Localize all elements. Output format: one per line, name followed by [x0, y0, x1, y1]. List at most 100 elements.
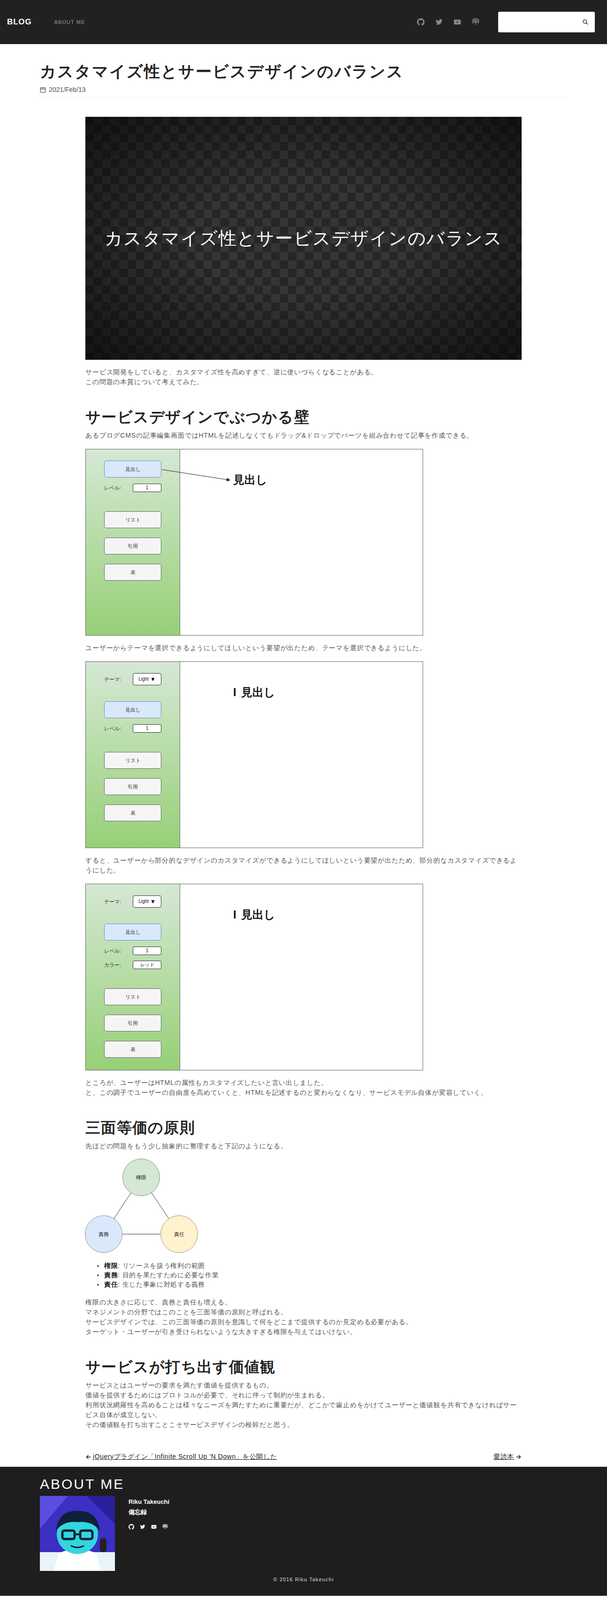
list-desc: : 生じた事象に対処する義務 [117, 1280, 205, 1289]
part-button[interactable]: リスト [104, 751, 162, 769]
editor-toolbar: 見出しレベル:1 リスト引用表 [85, 449, 180, 636]
social-links [417, 18, 480, 26]
setting-field[interactable]: 1 [132, 724, 162, 733]
copyright: © 2016 Riku Takeuchi [39, 1574, 568, 1585]
paragraph: サービスとはユーザーの要求を満たす価値を提供するもの。価値を提供するためにはプロ… [85, 1380, 522, 1430]
paragraph-line: と、この調子でユーザーの自由度を高めていくと、HTMLを記述するのと変わらなくな… [85, 1087, 522, 1098]
editor-canvas: 見出し [179, 449, 423, 636]
paragraph-line: あるブログCMSの記事編集画面ではHTMLを記述しなくてもドラッグ&ドロップでパ… [85, 430, 522, 441]
theme-select[interactable]: Light▼ [132, 673, 162, 686]
editor-figure: 見出しレベル:1 リスト引用表 見出し [85, 448, 424, 636]
paragraph: ところが、ユーザーはHTMLの属性もカスタマイズしたいと言い出しました。と、この… [85, 1077, 522, 1098]
preview-text: 見出し [233, 473, 268, 486]
paragraph-line: すると、ユーザーから部分的なデザインのカスタマイズができるようにしてほしいという… [85, 855, 522, 876]
paragraph: すると、ユーザーから部分的なデザインのカスタマイズができるようにしてほしいという… [85, 855, 522, 876]
paragraph-line: サービスデザインでは、この三面等価の原則を意識して何をどこまで提供するのか見定め… [85, 1317, 522, 1328]
part-button[interactable]: 引用 [104, 537, 162, 555]
part-button[interactable]: 引用 [104, 778, 162, 796]
article-body: カスタマイズ性とサービスデザインのバランスサービス開発をしていると、カスタマイズ… [85, 116, 522, 1462]
list-item: 責任: 生じた事象に対処する義務 [104, 1279, 522, 1290]
youtube-icon[interactable] [453, 18, 462, 26]
prev-post-link[interactable]: jQueryプラグイン「Infinite Scroll Up 'N Down」を… [85, 1451, 277, 1462]
next-post-link[interactable]: 愛読本 [493, 1451, 522, 1462]
part-button[interactable]: 表 [104, 563, 162, 581]
arrow-left-icon [85, 1454, 92, 1460]
list-desc: : 目的を果たすために必要な作業 [117, 1271, 219, 1279]
site-header: BLOG ABOUT ME [0, 0, 607, 45]
editor-canvas: I見出し [179, 661, 423, 848]
select-value: Light [138, 675, 149, 683]
github-icon[interactable] [128, 1524, 135, 1530]
setting-label: テーマ: [104, 897, 133, 906]
paragraph-line: ユーザーからテーマを選択できるようにしてほしいという要望が出たため、テーマを選択… [85, 643, 522, 653]
toolbar-item: 表 [104, 804, 180, 822]
paragraph: サービス開発をしていると、カスタマイズ性を高めすぎて、逆に使いづらくなることがあ… [85, 367, 522, 387]
setting-row: レベル:1 [104, 946, 162, 956]
next-post-title: 愛読本 [493, 1451, 515, 1462]
preview-heading: I見出し [233, 907, 423, 922]
setting-field[interactable]: 1 [132, 483, 162, 493]
paragraph: ユーザーからテーマを選択できるようにしてほしいという要望が出たため、テーマを選択… [85, 643, 522, 653]
setting-label: カラー: [104, 961, 133, 970]
search-field[interactable] [498, 11, 595, 33]
toolbar-item: 引用 [104, 1014, 180, 1032]
toolbar-item: 見出し [104, 701, 180, 719]
setting-label: テーマ: [104, 675, 133, 684]
part-button[interactable]: 見出し [104, 701, 162, 719]
dropdown-arrow-icon: ▼ [150, 897, 156, 906]
paragraph-line: 先ほどの問題をもう少し抽象的に整理すると下記のようになる。 [85, 1141, 522, 1152]
toolbar-item: リスト [104, 511, 180, 529]
brand-logo[interactable]: BLOG [7, 15, 32, 29]
toolbar-item: 引用 [104, 537, 180, 555]
toolbar-item: カラー:レッド [104, 960, 180, 970]
post-pager: jQueryプラグイン「Infinite Scroll Up 'N Down」を… [85, 1451, 522, 1462]
list-item: 責務: 目的を果たすために必要な作業 [104, 1270, 522, 1280]
part-button[interactable]: 見出し [104, 460, 162, 478]
author-tagline: 備忘録 [128, 1507, 170, 1517]
prev-post-title: jQueryプラグイン「Infinite Scroll Up 'N Down」を… [92, 1451, 277, 1462]
podcast-icon[interactable] [162, 1524, 168, 1530]
toolbar-item: 表 [104, 1040, 180, 1058]
paragraph-line: ターゲット・ユーザーが引き受けられないような大きすぎる権限を与えてはいけない。 [85, 1327, 522, 1337]
preview-text: 見出し [241, 685, 276, 699]
calendar-icon [39, 86, 46, 93]
arrow-right-icon [515, 1454, 522, 1460]
section-heading: サービスデザインでぶつかる壁 [85, 407, 522, 427]
toolbar-item: レベル:1 [104, 723, 180, 734]
editor-figure-block: テーマ:Light▼見出しレベル:1リスト引用表I見出し [85, 661, 522, 849]
editor-figure-block: テーマ:Light▼ 見出しレベル:1 カラー:レッドリスト引用表 I見出し [85, 883, 522, 1071]
setting-row: レベル:1 [104, 483, 162, 493]
profile: Riku Takeuchi備忘録 [39, 1495, 568, 1571]
part-button[interactable]: リスト [104, 988, 162, 1006]
twitter-icon[interactable] [435, 18, 443, 26]
part-button[interactable]: 表 [104, 1040, 162, 1058]
part-button[interactable]: 引用 [104, 1014, 162, 1032]
toolbar-item: テーマ:Light▼ [104, 673, 180, 686]
youtube-icon[interactable] [151, 1524, 157, 1530]
nav-link[interactable]: ABOUT ME [54, 18, 86, 27]
definition-list: 権限: リソースを扱う権利の範囲責務: 目的を果たすために必要な作業責任: 生じ… [85, 1260, 522, 1290]
setting-field[interactable]: 1 [132, 946, 162, 956]
setting-field[interactable]: レッド [132, 960, 162, 970]
paragraph: 先ほどの問題をもう少し抽象的に整理すると下記のようになる。 [85, 1141, 522, 1152]
hero-caption: カスタマイズ性とサービスデザインのバランス [104, 225, 503, 252]
toolbar-item: リスト [104, 988, 180, 1006]
toolbar-item: テーマ:Light▼ [104, 895, 180, 908]
footer-social-links [128, 1524, 170, 1530]
twitter-icon[interactable] [139, 1524, 146, 1530]
theme-select[interactable]: Light▼ [132, 895, 162, 908]
preview-heading: I見出し [233, 685, 423, 699]
dropdown-arrow-icon: ▼ [150, 675, 156, 683]
author-name: Riku Takeuchi [128, 1497, 170, 1507]
podcast-icon[interactable] [471, 18, 480, 26]
preview-text: 見出し [241, 908, 276, 921]
github-icon[interactable] [417, 18, 425, 26]
part-button[interactable]: リスト [104, 511, 162, 529]
triad-node: 責務 [84, 1215, 123, 1253]
part-button[interactable]: 見出し [104, 923, 162, 941]
paragraph-line: この問題の本質について考えてみた。 [85, 377, 522, 387]
paragraph-line: ところが、ユーザーはHTMLの属性もカスタマイズしたいと言い出しました。 [85, 1077, 522, 1088]
list-desc: : リソースを扱う権利の範囲 [117, 1261, 205, 1270]
part-button[interactable]: 表 [104, 804, 162, 822]
setting-row: レベル:1 [104, 723, 162, 734]
